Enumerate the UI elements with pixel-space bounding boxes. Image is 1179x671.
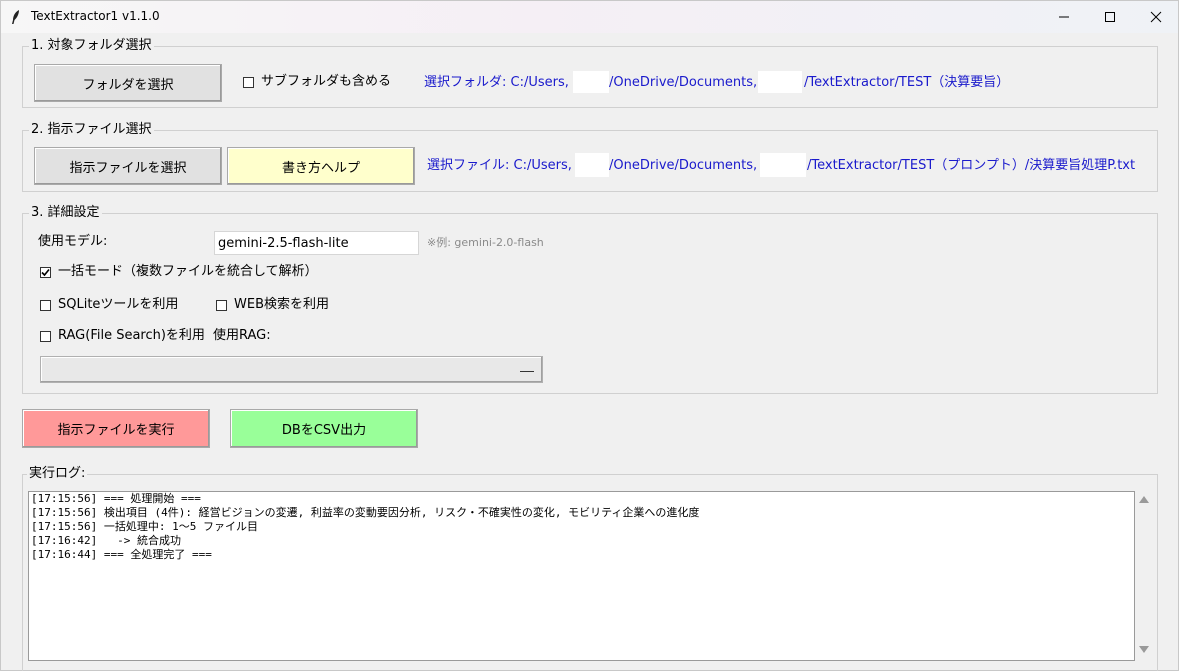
redaction-mask (760, 153, 806, 177)
log-scrollbar[interactable] (1136, 491, 1152, 661)
app-window: TextExtractor1 v1.1.0 1. 対象フォルダ選択 フォルダを選… (0, 0, 1179, 671)
minimize-button[interactable] (1041, 1, 1087, 33)
scroll-down-icon[interactable] (1139, 646, 1149, 654)
sqlite-checkbox[interactable] (40, 300, 51, 311)
selected-file-prefix: 選択ファイル: C:/Users, (427, 158, 572, 173)
instruction-group-label: 2. 指示ファイル選択 (29, 122, 154, 138)
writing-help-button[interactable]: 書き方ヘルプ (227, 147, 415, 185)
log-line: [17:16:42] -> 統合成功 (31, 534, 181, 547)
selected-folder-suffix: /TextExtractor/TEST（決算要旨） (804, 75, 1010, 90)
close-icon (1150, 11, 1162, 23)
web-search-label: WEB検索を利用 (234, 297, 329, 312)
include-subfolders-checkbox[interactable] (243, 77, 254, 88)
run-instruction-button[interactable]: 指示ファイルを実行 (22, 409, 210, 448)
log-line: [17:16:44] === 全処理完了 === (31, 548, 212, 561)
selected-file-mid: /OneDrive/Documents, (609, 158, 758, 173)
select-folder-button[interactable]: フォルダを選択 (34, 64, 222, 102)
minimize-icon (1059, 16, 1069, 18)
scroll-up-icon[interactable] (1139, 495, 1149, 503)
redaction-mask (575, 153, 609, 177)
log-textarea[interactable]: [17:15:56] === 処理開始 === [17:15:56] 検出項目 … (28, 491, 1135, 661)
feather-icon (12, 10, 19, 24)
select-instruction-file-button[interactable]: 指示ファイルを選択 (34, 147, 222, 185)
redaction-mask (573, 71, 609, 93)
include-subfolders-label: サブフォルダも含める (261, 74, 392, 89)
selected-folder-prefix: 選択フォルダ: C:/Users, (424, 75, 569, 90)
maximize-button[interactable] (1087, 1, 1133, 33)
model-hint: ※例: gemini-2.0-flash (427, 236, 544, 249)
selected-file-suffix: /TextExtractor/TEST（プロンプト）/決算要旨処理P.txt (807, 158, 1136, 173)
batch-mode-checkbox[interactable] (40, 267, 51, 278)
title-bar[interactable]: TextExtractor1 v1.1.0 (1, 1, 1178, 33)
checkmark-icon (41, 268, 50, 277)
model-input[interactable]: gemini-2.5-flash-lite (214, 231, 419, 255)
log-line: [17:15:56] 一括処理中: 1〜5 ファイル目 (31, 520, 258, 533)
window-title: TextExtractor1 v1.1.0 (31, 9, 160, 23)
log-line: [17:15:56] 検出項目 (4件): 経営ビジョンの変遷, 利益率の変動要… (31, 506, 700, 519)
model-label: 使用モデル: (38, 234, 108, 249)
selected-folder-mid: /OneDrive/Documents, (609, 75, 758, 90)
web-search-checkbox[interactable] (216, 300, 227, 311)
dropdown-arrow-icon (520, 368, 534, 372)
rag-select[interactable] (40, 356, 543, 383)
log-group-label: 実行ログ: (27, 466, 88, 482)
close-button[interactable] (1133, 1, 1179, 33)
batch-mode-label: 一括モード（複数ファイルを統合して解析） (58, 264, 318, 279)
redaction-mask (758, 71, 802, 93)
maximize-icon (1105, 12, 1115, 22)
export-csv-button[interactable]: DBをCSV出力 (230, 409, 418, 448)
sqlite-label: SQLiteツールを利用 (58, 297, 179, 312)
rag-checkbox[interactable] (40, 331, 51, 342)
settings-group-label: 3. 詳細設定 (29, 205, 102, 221)
rag-label: RAG(File Search)を利用 (58, 328, 205, 343)
folder-group-label: 1. 対象フォルダ選択 (29, 38, 154, 54)
use-rag-label: 使用RAG: (213, 328, 271, 343)
log-line: [17:15:56] === 処理開始 === (31, 492, 201, 505)
